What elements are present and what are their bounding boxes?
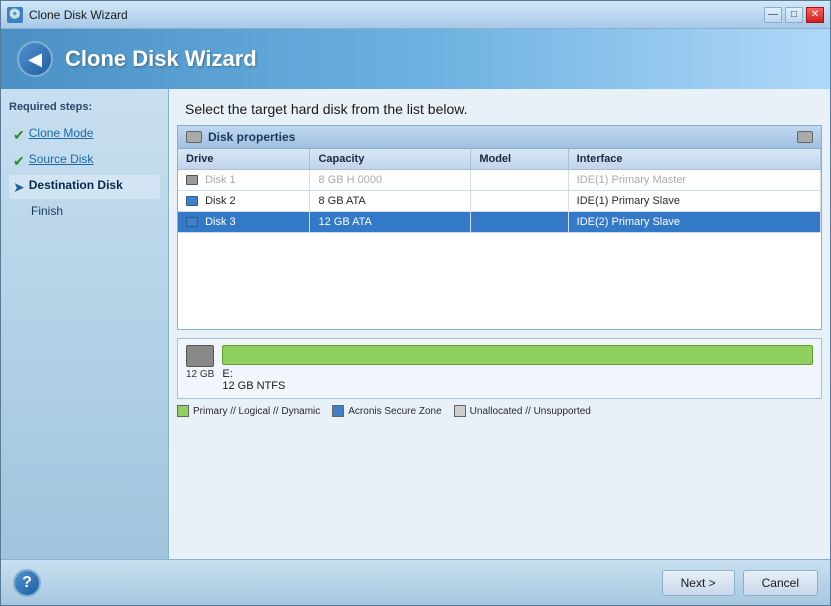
help-button[interactable]: ?	[13, 569, 41, 597]
main-window: 💿 Clone Disk Wizard — □ ✕ ◀ Clone Disk W…	[0, 0, 831, 606]
cancel-button[interactable]: Cancel	[743, 570, 818, 596]
disk3-icon	[186, 217, 198, 227]
disk-header-icon	[186, 131, 202, 143]
col-capacity: Capacity	[310, 149, 471, 170]
sidebar-item-finish: Finish	[9, 201, 160, 221]
legend-item-primary: Primary // Logical // Dynamic	[177, 405, 320, 417]
partition-label: E: 12 GB NTFS	[222, 368, 813, 392]
sidebar-heading: Required steps:	[9, 101, 160, 113]
legend-label-primary: Primary // Logical // Dynamic	[193, 406, 320, 417]
sidebar-label-finish: Finish	[31, 204, 63, 218]
legend-label-acronis: Acronis Secure Zone	[348, 406, 441, 417]
col-model: Model	[471, 149, 568, 170]
col-drive: Drive	[178, 149, 310, 170]
help-icon: ?	[22, 574, 32, 592]
disk-row-3[interactable]: Disk 3 12 GB ATA IDE(2) Primary Slave	[178, 212, 821, 233]
minimize-button[interactable]: —	[764, 7, 782, 23]
disk3-drive: Disk 3	[178, 212, 310, 233]
check-icon-clone-mode: ✔	[13, 127, 25, 144]
partition-bar	[222, 345, 813, 365]
disk3-capacity: 12 GB ATA	[310, 212, 471, 233]
disk-header-icon-right	[797, 131, 813, 143]
titlebar-title: Clone Disk Wizard	[29, 8, 764, 22]
partition-detail: 12 GB NTFS	[222, 380, 285, 392]
legend-box-primary	[177, 405, 189, 417]
sidebar-item-destination-disk: ➤ Destination Disk	[9, 175, 160, 199]
disk3-model	[471, 212, 568, 233]
legend-box-unallocated	[454, 405, 466, 417]
disk3-interface: IDE(2) Primary Slave	[568, 212, 820, 233]
disk2-capacity: 8 GB ATA	[310, 191, 471, 212]
partition-bar-container: E: 12 GB NTFS	[222, 345, 813, 392]
header: ◀ Clone Disk Wizard	[1, 29, 830, 89]
disk-table-scroll[interactable]: Drive Capacity Model Interface Disk 1	[178, 149, 821, 329]
instruction-text: Select the target hard disk from the lis…	[169, 89, 830, 125]
check-icon-source-disk: ✔	[13, 153, 25, 170]
sidebar-label-clone-mode[interactable]: Clone Mode	[29, 126, 94, 140]
disk2-drive: Disk 2	[178, 191, 310, 212]
legend-item-unallocated: Unallocated // Unsupported	[454, 405, 591, 417]
content-area: Required steps: ✔ Clone Mode ✔ Source Di…	[1, 89, 830, 559]
disk-row-2[interactable]: Disk 2 8 GB ATA IDE(1) Primary Slave	[178, 191, 821, 212]
sidebar-item-clone-mode[interactable]: ✔ Clone Mode	[9, 123, 160, 147]
disk-properties-container: Disk properties Drive Capacity Model Int…	[177, 125, 822, 330]
sidebar-label-destination-disk: Destination Disk	[29, 178, 123, 192]
legend: Primary // Logical // Dynamic Acronis Se…	[177, 405, 822, 417]
disk-size-label: 12 GB	[186, 369, 214, 380]
disk1-interface: IDE(1) Primary Master	[568, 170, 820, 191]
disk1-icon	[186, 175, 198, 185]
disk1-model	[471, 170, 568, 191]
maximize-button[interactable]: □	[785, 7, 803, 23]
footer-right: Next > Cancel	[662, 570, 818, 596]
arrow-icon-destination: ➤	[13, 179, 25, 196]
wizard-title: Clone Disk Wizard	[65, 46, 257, 72]
sidebar-label-source-disk[interactable]: Source Disk	[29, 152, 94, 166]
disk-thumb-icon	[186, 345, 214, 367]
next-button[interactable]: Next >	[662, 570, 735, 596]
disk-properties-title: Disk properties	[186, 130, 295, 144]
back-button[interactable]: ◀	[17, 41, 53, 77]
close-button[interactable]: ✕	[806, 7, 824, 23]
table-header-row: Drive Capacity Model Interface	[178, 149, 821, 170]
disk-table: Drive Capacity Model Interface Disk 1	[178, 149, 821, 233]
footer: ? Next > Cancel	[1, 559, 830, 605]
col-interface: Interface	[568, 149, 820, 170]
sidebar: Required steps: ✔ Clone Mode ✔ Source Di…	[1, 89, 169, 559]
disk-detail-panel: 12 GB E: 12 GB NTFS	[177, 338, 822, 399]
disk2-interface: IDE(1) Primary Slave	[568, 191, 820, 212]
disk-properties-header: Disk properties	[178, 126, 821, 149]
disk-thumbnail: 12 GB	[186, 345, 214, 380]
disk2-icon	[186, 196, 198, 206]
right-panel: Select the target hard disk from the lis…	[169, 89, 830, 559]
disk2-model	[471, 191, 568, 212]
disk-properties-label: Disk properties	[208, 130, 295, 144]
app-icon: 💿	[7, 7, 23, 23]
back-icon: ◀	[28, 49, 42, 70]
disk-row-1[interactable]: Disk 1 8 GB H 0000 IDE(1) Primary Master	[178, 170, 821, 191]
legend-item-acronis: Acronis Secure Zone	[332, 405, 441, 417]
legend-label-unallocated: Unallocated // Unsupported	[470, 406, 591, 417]
titlebar-buttons: — □ ✕	[764, 7, 824, 23]
disk1-drive: Disk 1	[178, 170, 310, 191]
titlebar: 💿 Clone Disk Wizard — □ ✕	[1, 1, 830, 29]
footer-left: ?	[13, 569, 41, 597]
sidebar-item-source-disk[interactable]: ✔ Source Disk	[9, 149, 160, 173]
disk1-capacity: 8 GB H 0000	[310, 170, 471, 191]
partition-drive-letter: E:	[222, 368, 232, 380]
legend-box-acronis	[332, 405, 344, 417]
